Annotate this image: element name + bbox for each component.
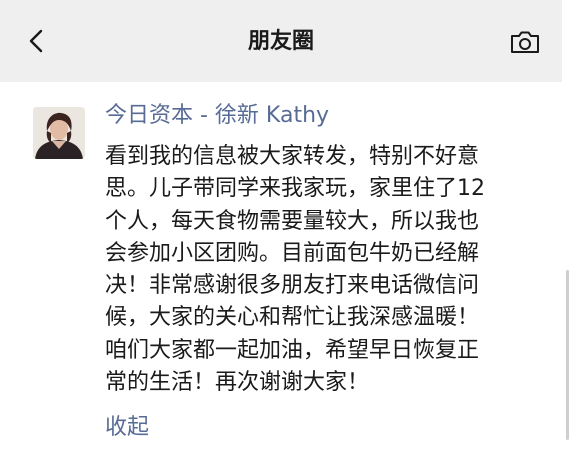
avatar[interactable] xyxy=(33,107,85,159)
post-content-line: 咱们大家都一起加油，希望早日恢复正 xyxy=(105,337,480,363)
page-title: 朋友圈 xyxy=(247,29,314,54)
post-content-line: 看到我的信息被大家转发，特别不好意 xyxy=(105,144,480,169)
post-content-line: 决！非常感谢很多朋友打来电话微信问 xyxy=(105,273,480,299)
scrollbar-thumb[interactable] xyxy=(566,270,569,440)
post-content-line: 思。儿子带同学来我家玩，家里住了12 xyxy=(105,176,485,202)
post-content-line: 会参加小区团购。目前面包牛奶已经解 xyxy=(105,240,480,266)
post-content: 看到我的信息被大家转发，特别不好意 思。儿子带同学来我家玩，家里住了12 个人，… xyxy=(105,141,545,399)
post-content-line: 候，大家的关心和帮忙让我深感温暖！ xyxy=(105,305,480,331)
collapse-link[interactable]: 收起 xyxy=(105,414,149,442)
navigation-bar: 朋友圈 xyxy=(0,0,562,82)
scrollbar[interactable] xyxy=(562,0,575,470)
post-content-line: 个人，每天食物需要量较大，所以我也 xyxy=(105,208,480,234)
camera-icon[interactable] xyxy=(509,29,541,55)
post-content-line: 常的生活！再次谢谢大家！ xyxy=(105,370,370,396)
moments-post: 今日资本 - 徐新 Kathy 看到我的信息被大家转发，特别不好意 思。儿子带同… xyxy=(0,82,562,470)
post-author-name[interactable]: 今日资本 - 徐新 Kathy xyxy=(105,102,329,130)
